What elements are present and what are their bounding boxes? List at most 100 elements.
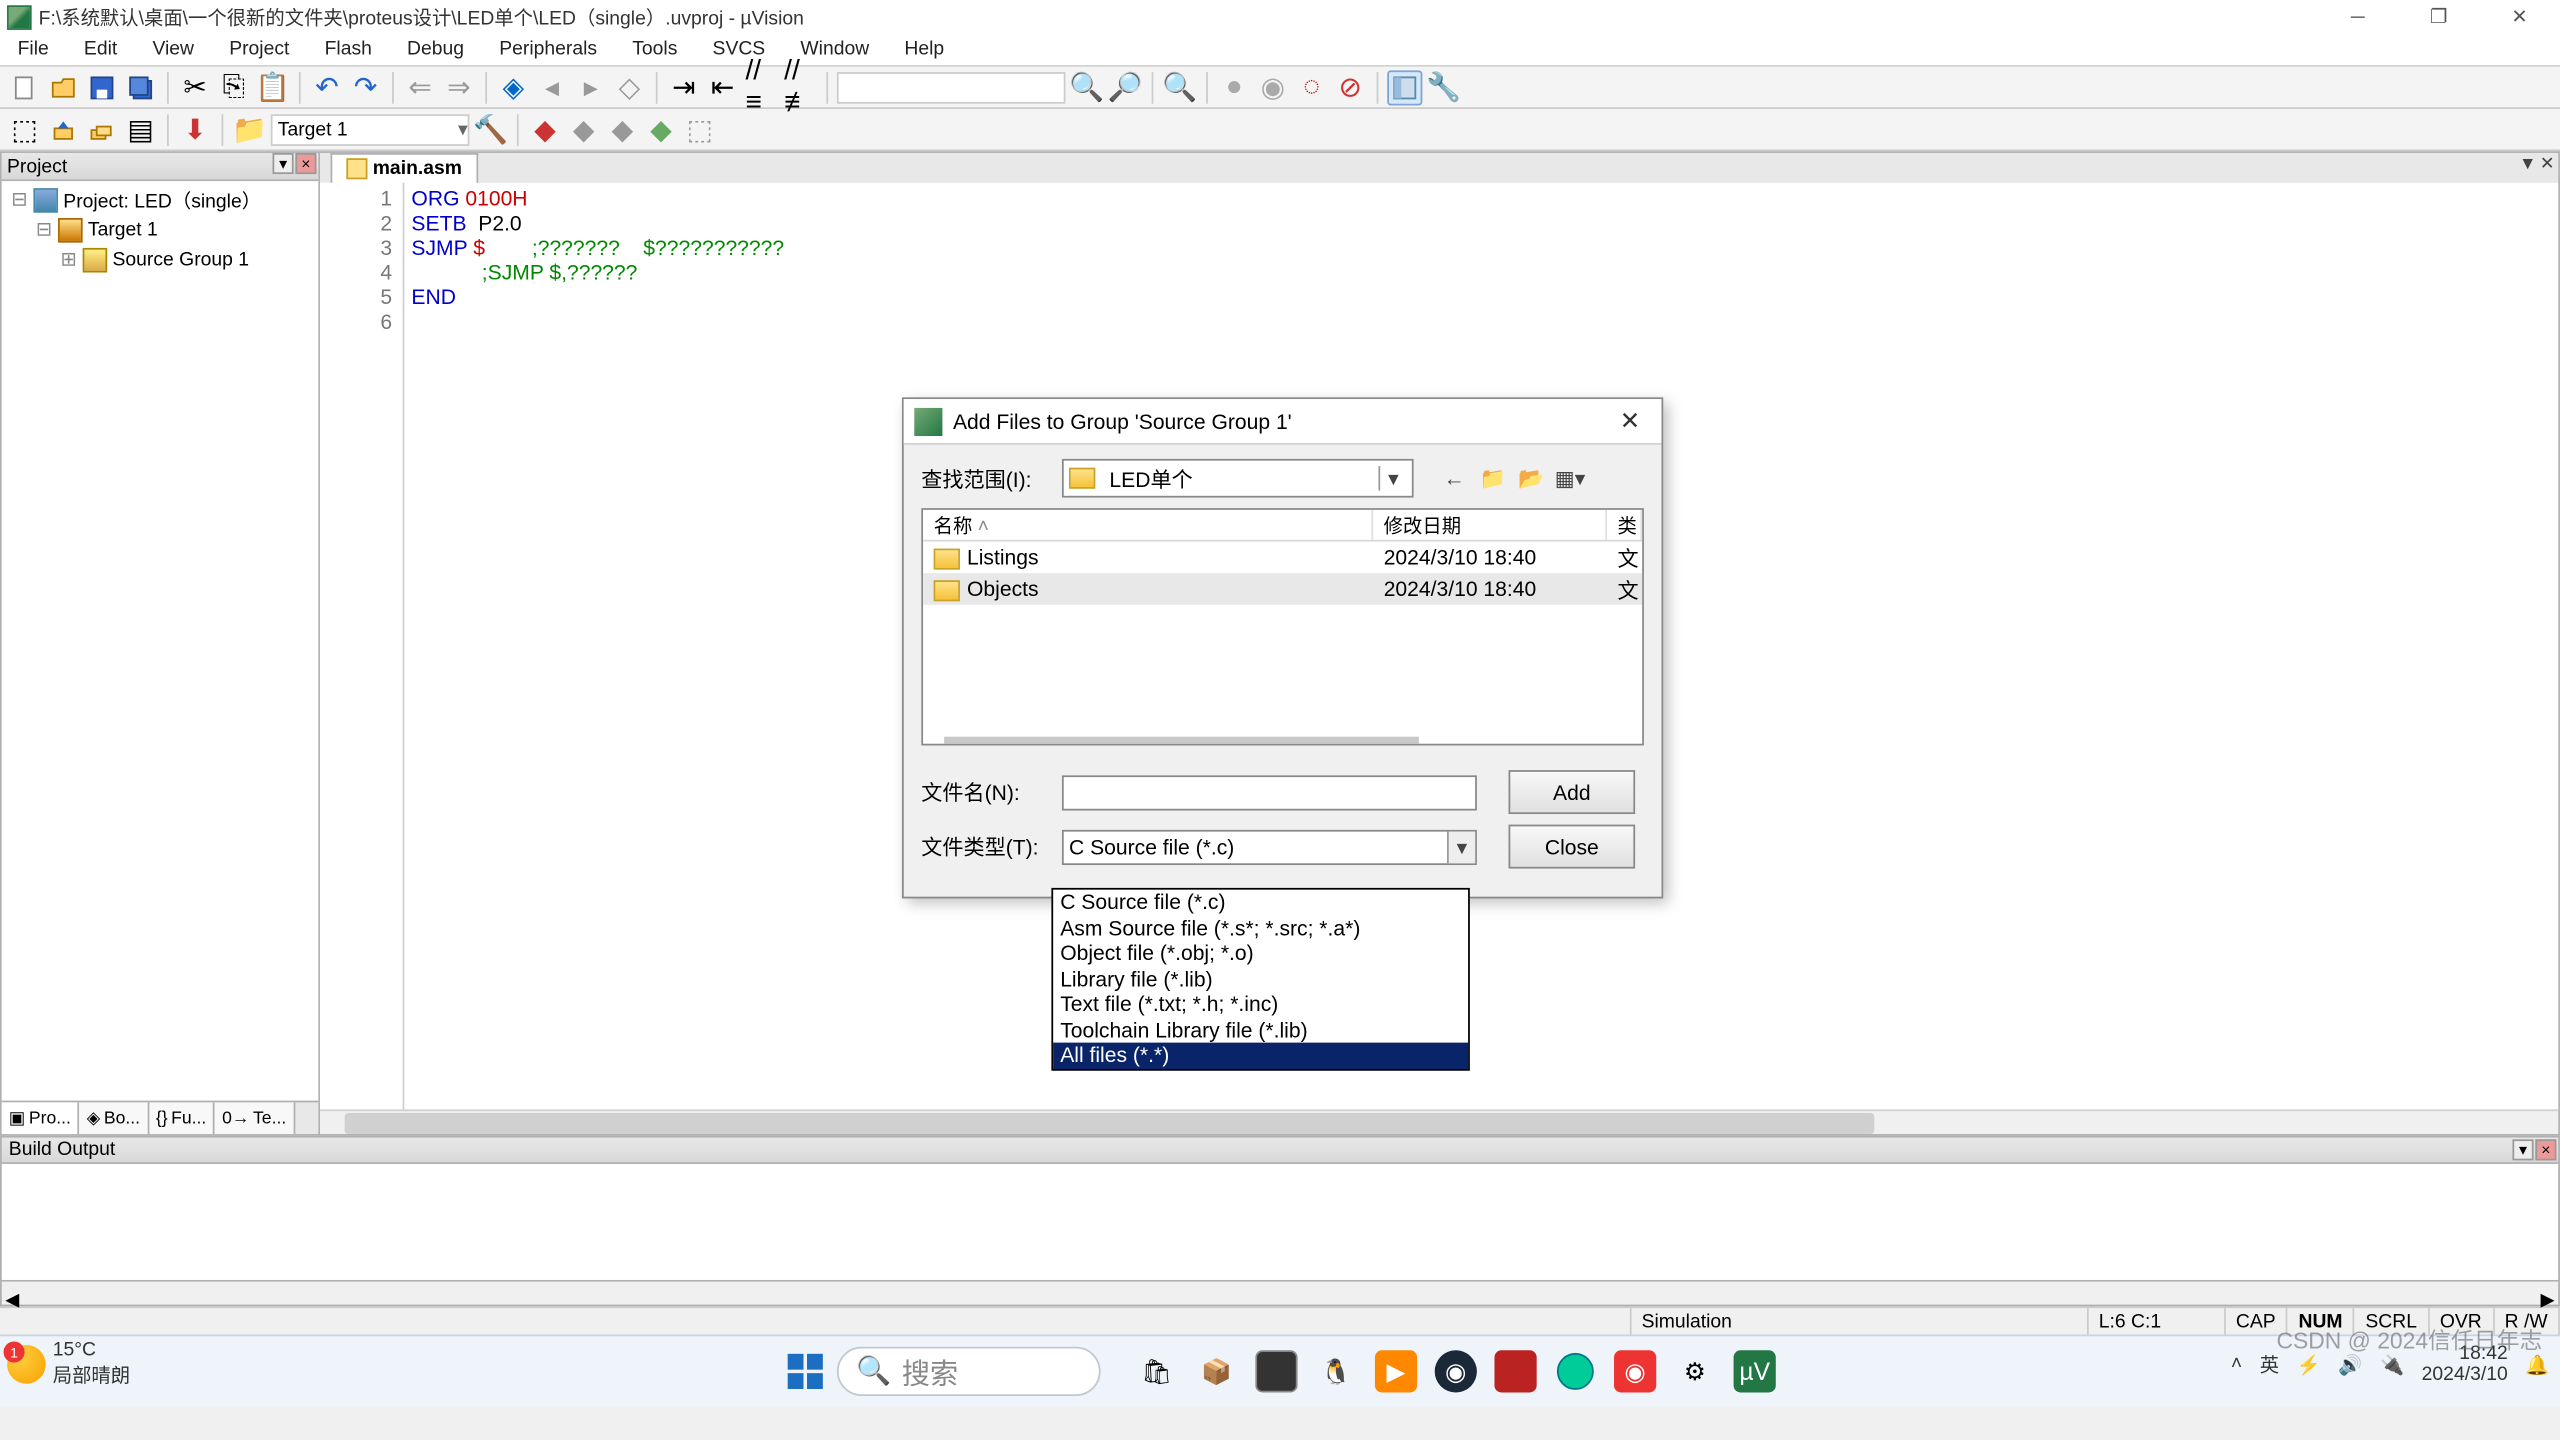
menu-project[interactable]: Project [212,37,307,62]
tray-wifi-icon[interactable]: ⚡ [2297,1353,2321,1376]
nav-newfolder-icon[interactable]: 📂 [1516,462,1548,494]
target-options-icon[interactable]: 📁 [232,112,267,147]
menu-tools[interactable]: Tools [615,37,695,62]
tree-target[interactable]: Target 1 [88,219,158,240]
maximize-button[interactable]: ❐ [2398,0,2479,33]
bookmark-prev-icon[interactable]: ◂ [534,69,569,104]
pane-pin-icon[interactable]: ▾ [273,153,294,174]
filename-input[interactable] [1062,774,1477,809]
menu-help[interactable]: Help [887,37,962,62]
build-output-content[interactable] [0,1164,2560,1282]
tab-templates[interactable]: 0→ Te... [215,1102,295,1134]
options-icon[interactable]: 🔨 [473,112,508,147]
tray-notifications-icon[interactable]: 🔔 [2525,1353,2549,1376]
app-uvision[interactable]: µV [1734,1350,1776,1392]
dd-item-obj[interactable]: Object file (*.obj; *.o) [1053,941,1468,966]
nav-back-icon[interactable]: ← [1438,462,1470,494]
nav-back-icon[interactable]: ⇐ [403,69,438,104]
app-red[interactable] [1494,1350,1536,1392]
translate-icon[interactable]: ⬚ [7,112,42,147]
undo-icon[interactable]: ↶ [309,69,344,104]
editor-hscrollbar[interactable] [320,1109,2558,1134]
col-type[interactable]: 类 [1607,510,1642,540]
file-row-listings[interactable]: Listings 2024/3/10 18:40 文 [923,542,1642,574]
build-icon[interactable] [46,112,81,147]
paste-icon[interactable]: 📋 [255,69,290,104]
select-pack-icon[interactable]: ◆ [644,112,679,147]
menu-edit[interactable]: Edit [66,37,135,62]
nav-fwd-icon[interactable]: ⇒ [441,69,476,104]
chevron-down-icon[interactable]: ▾ [1447,831,1475,863]
find-files-icon[interactable]: 🔎 [1108,69,1143,104]
file-row-objects[interactable]: Objects 2024/3/10 18:40 文 [923,573,1642,605]
menu-debug[interactable]: Debug [389,37,481,62]
editor-close-icon[interactable]: ✕ [2540,155,2555,174]
manage-components-icon[interactable]: ◆ [566,112,601,147]
app-qq[interactable]: 🐧 [1315,1350,1357,1392]
minimize-button[interactable]: ─ [2317,0,2398,33]
nav-up-icon[interactable]: 📁 [1477,462,1509,494]
close-button[interactable]: ✕ [2479,0,2560,33]
start-button[interactable] [784,1350,826,1392]
copy-icon[interactable]: ⎘ [216,69,251,104]
find-icon[interactable]: 🔍 [1069,69,1104,104]
menu-flash[interactable]: Flash [307,37,389,62]
pane-close-icon[interactable]: × [295,153,316,174]
output-close-icon[interactable]: × [2535,1139,2556,1160]
tray-battery-icon[interactable]: 🔌 [2380,1353,2404,1376]
file-list[interactable]: 名称 修改日期 类 Listings 2024/3/10 18:40 文 Obj… [921,508,1644,745]
app-taskview[interactable] [1255,1350,1297,1392]
window-layout-icon[interactable] [1387,69,1422,104]
output-pin-icon[interactable]: ▾ [2512,1139,2533,1160]
close-dialog-button[interactable]: Close [1509,825,1636,869]
app-shopping[interactable]: 🛍 [1136,1350,1178,1392]
col-name[interactable]: 名称 [923,510,1373,540]
breakpoint-enable-icon[interactable]: ◉ [1255,69,1290,104]
outdent-icon[interactable]: ⇤ [705,69,740,104]
redo-icon[interactable]: ↷ [348,69,383,104]
nav-viewmenu-icon[interactable]: ▦▾ [1554,462,1586,494]
taskbar-search[interactable]: 🔍搜索 [837,1347,1101,1396]
breakpoint-kill-icon[interactable]: ⊘ [1333,69,1368,104]
tray-volume-icon[interactable]: 🔊 [2338,1353,2362,1376]
dd-item-all[interactable]: All files (*.*) [1053,1043,1468,1068]
dd-item-asm[interactable]: Asm Source file (*.s*; *.src; *.a*) [1053,915,1468,940]
indent-icon[interactable]: ⇥ [666,69,701,104]
tree-project[interactable]: Project: LED（single） [63,185,261,213]
rebuild-icon[interactable] [84,112,119,147]
filetype-combo[interactable]: C Source file (*.c) ▾ [1062,829,1477,864]
save-all-icon[interactable] [123,69,158,104]
bookmark-icon[interactable]: ◈ [496,69,531,104]
tab-project[interactable]: ▣ Pro... [2,1102,80,1134]
manage-books-icon[interactable]: ◆ [527,112,562,147]
filetype-dropdown-list[interactable]: C Source file (*.c) Asm Source file (*.s… [1051,888,1469,1070]
tab-functions[interactable]: {} Fu... [149,1102,215,1134]
lookin-combo[interactable]: LED单个 ▾ [1062,459,1414,498]
menu-file[interactable]: File [0,37,66,62]
bookmark-clear-icon[interactable]: ◇ [612,69,647,104]
download-icon[interactable]: ⬇ [178,112,213,147]
app-orange[interactable]: ▶ [1375,1350,1417,1392]
dd-item-toolchain[interactable]: Toolchain Library file (*.lib) [1053,1017,1468,1042]
comment-icon[interactable]: //≡ [744,69,779,104]
taskbar-weather[interactable]: 15°C局部晴朗 [7,1340,130,1389]
add-button[interactable]: Add [1509,770,1636,814]
source-text[interactable]: ORG 0100H SETB P2.0 SJMP $ ;??????? $???… [404,183,791,1110]
editor-dropdown-icon[interactable]: ▼ [2519,155,2536,174]
breakpoint-insert-icon[interactable]: ● [1217,69,1252,104]
app-steam[interactable]: ◉ [1435,1350,1477,1392]
breakpoint-disable-icon[interactable]: ◌ [1294,69,1329,104]
app-settings[interactable]: ⚙ [1674,1350,1716,1392]
editor-tab-main[interactable]: main.asm [331,153,478,183]
app-box[interactable]: 📦 [1196,1350,1238,1392]
open-file-icon[interactable] [46,69,81,104]
manage-rte-icon[interactable]: ◆ [605,112,640,147]
save-icon[interactable] [84,69,119,104]
pack-installer-icon[interactable]: ⬚ [682,112,717,147]
config-icon[interactable]: 🔧 [1426,69,1461,104]
menu-peripherals[interactable]: Peripherals [482,37,615,62]
uncomment-icon[interactable]: //≢ [782,69,817,104]
col-date[interactable]: 修改日期 [1373,510,1607,540]
cut-icon[interactable]: ✂ [178,69,213,104]
find-combo[interactable] [837,71,1066,103]
